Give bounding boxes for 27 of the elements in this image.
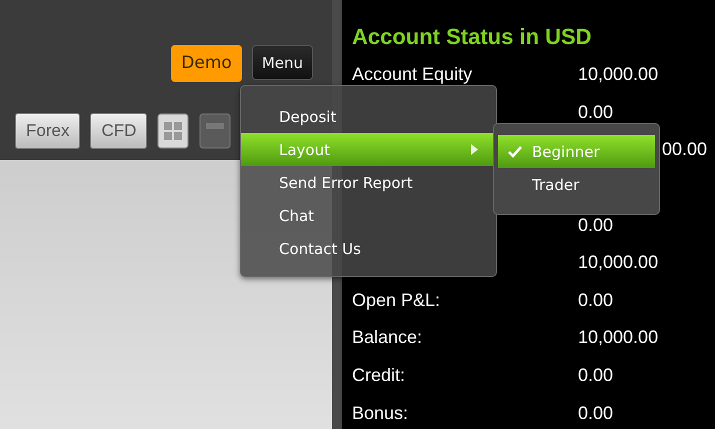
field-value: 10,000.00 [578, 64, 658, 84]
field-value: 0.00 [578, 290, 614, 310]
menu-item[interactable]: Trader [498, 168, 655, 201]
field-value: 10,000.00 [578, 327, 658, 348]
menu-item[interactable]: Send Error Report [241, 166, 496, 199]
list-view-icon[interactable] [199, 113, 232, 149]
grid-view-icon[interactable] [157, 113, 190, 149]
checkmark-icon [508, 146, 522, 158]
menu-item[interactable]: Deposit [241, 100, 496, 133]
demo-badge: Demo [171, 45, 242, 82]
field-value: 0.00 [578, 214, 614, 235]
panel-title: Account Status in USD [352, 23, 593, 51]
menu-item[interactable]: Contact Us [241, 232, 496, 265]
market-tab[interactable]: CFD [90, 113, 148, 149]
field-label: Open P&L: [352, 290, 440, 310]
menu-item[interactable]: Chat [241, 199, 496, 232]
field-value: 0.00 [578, 402, 614, 423]
field-label: Credit: [352, 365, 406, 386]
field-value: 0.00 [578, 102, 614, 122]
field-label: Account Equity [352, 64, 472, 84]
field-value: 00.00 [662, 139, 708, 160]
field-label: Bonus: [352, 402, 408, 423]
menu-button[interactable]: Menu [252, 45, 313, 80]
field-label: Balance: [352, 327, 422, 348]
field-value: 0.00 [578, 365, 614, 386]
market-tab[interactable]: Forex [15, 113, 80, 149]
field-value: 10,000.00 [578, 252, 658, 272]
